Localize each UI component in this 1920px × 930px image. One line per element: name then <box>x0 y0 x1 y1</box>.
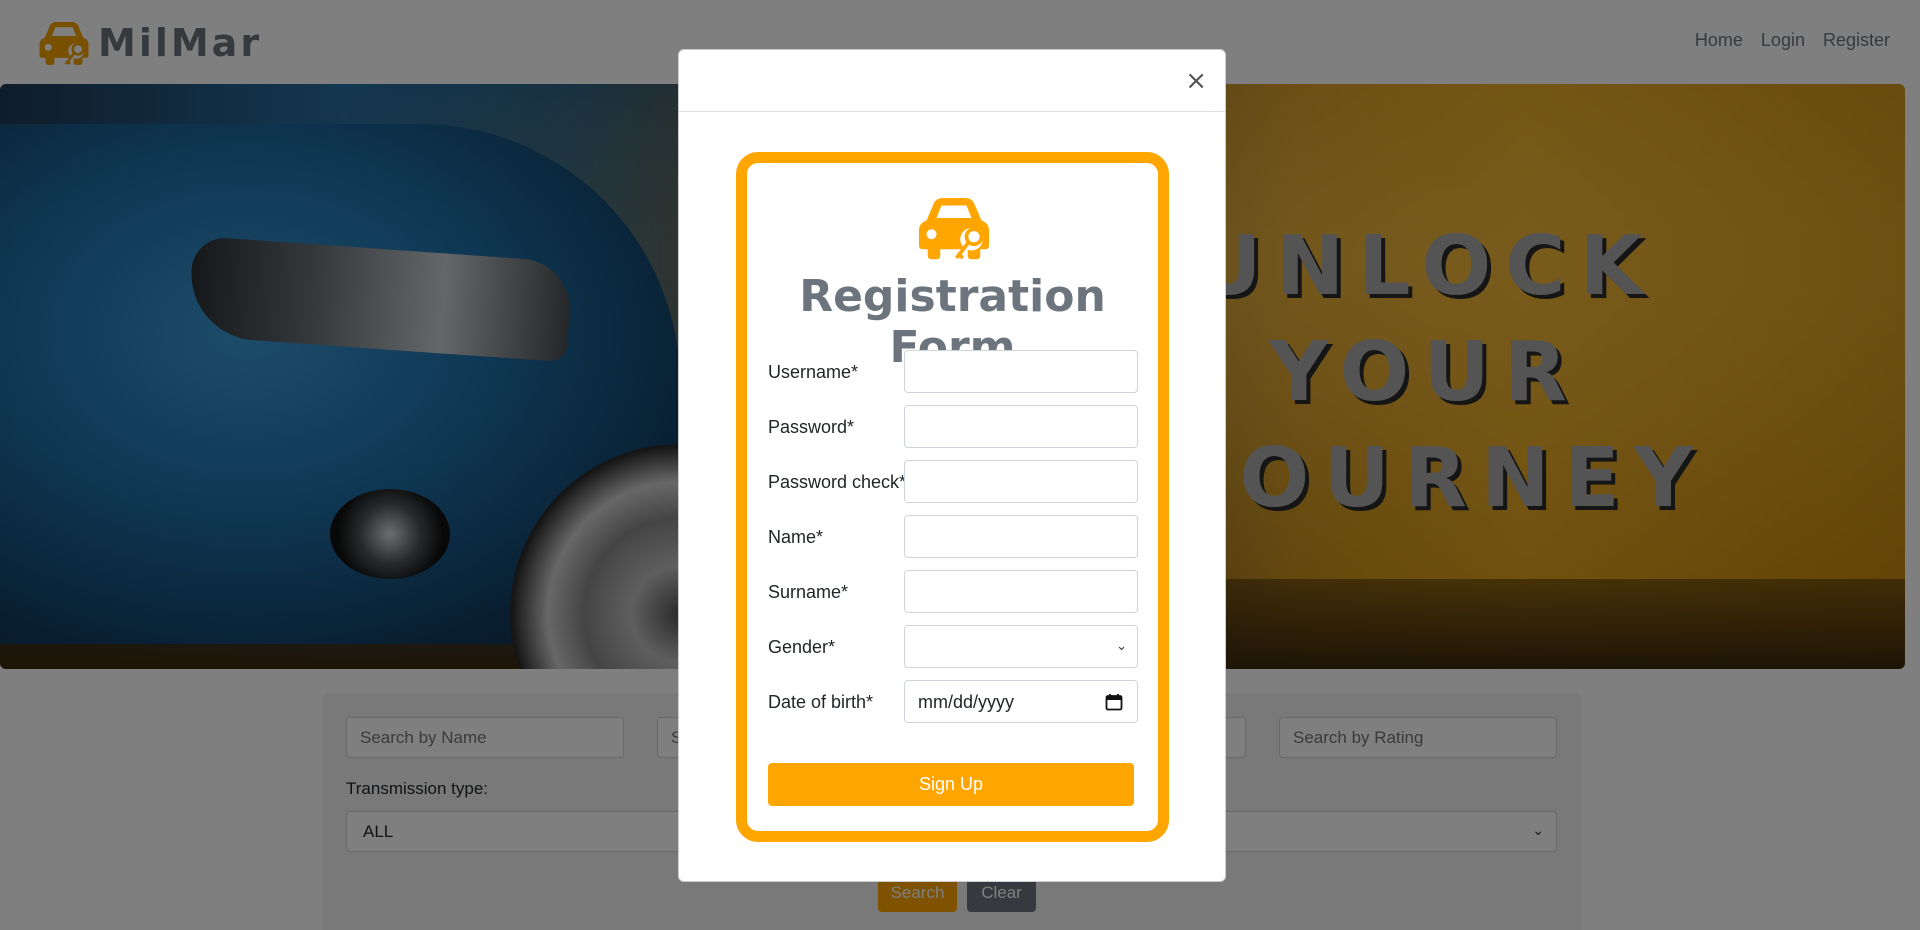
date-of-birth-label: Date of birth* <box>768 692 874 712</box>
surname-field[interactable] <box>904 570 1138 613</box>
name-row: Name* <box>768 515 1138 558</box>
close-icon[interactable]: × <box>1185 68 1207 94</box>
calendar-icon[interactable] <box>1105 693 1123 711</box>
date-of-birth-value: mm/dd/yyyy <box>918 692 1015 712</box>
username-label: Username* <box>768 362 859 382</box>
registration-modal: × Registration Form Username* Password* … <box>678 49 1226 882</box>
password-check-label: Password check* <box>768 472 907 492</box>
date-of-birth-field[interactable]: mm/dd/yyyy <box>904 680 1138 723</box>
password-check-row: Password check* <box>768 460 1138 503</box>
surname-label: Surname* <box>768 582 849 602</box>
username-field[interactable] <box>904 350 1138 393</box>
name-label: Name* <box>768 527 824 547</box>
gender-row: Gender* ⌄ <box>768 625 1138 668</box>
gender-label: Gender* <box>768 637 836 657</box>
password-field[interactable] <box>904 405 1138 448</box>
car-key-icon <box>919 198 989 260</box>
password-check-field[interactable] <box>904 460 1138 503</box>
password-label: Password* <box>768 417 855 437</box>
username-row: Username* <box>768 350 1138 393</box>
password-row: Password* <box>768 405 1138 448</box>
modal-header: × <box>679 50 1225 112</box>
date-of-birth-row: Date of birth* mm/dd/yyyy <box>768 680 1138 723</box>
sign-up-button[interactable]: Sign Up <box>768 763 1134 806</box>
name-field[interactable] <box>904 515 1138 558</box>
registration-form: Registration Form Username* Password* Pa… <box>736 152 1169 842</box>
gender-select[interactable]: ⌄ <box>904 625 1138 668</box>
chevron-down-icon: ⌄ <box>1116 638 1127 653</box>
surname-row: Surname* <box>768 570 1138 613</box>
